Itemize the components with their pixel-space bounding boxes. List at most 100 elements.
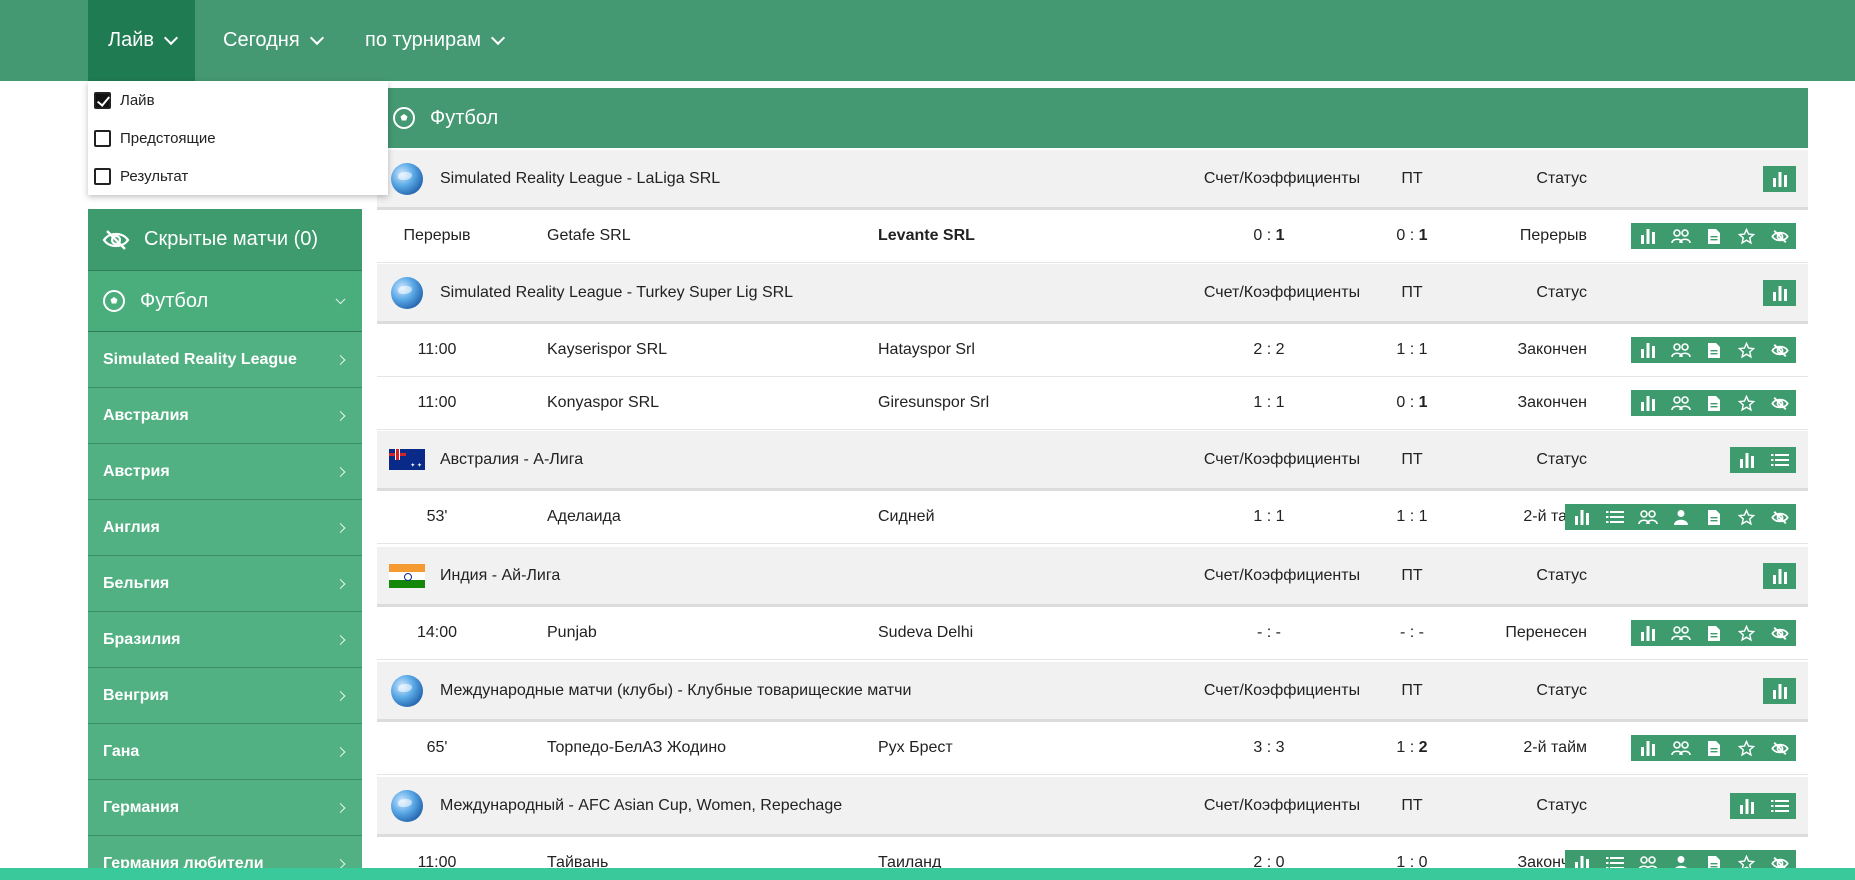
eye-slash-button[interactable] [1763, 337, 1796, 363]
lineups-icon [1670, 740, 1691, 756]
star-button[interactable] [1730, 735, 1763, 761]
nav-tab-today[interactable]: Сегодня [223, 0, 324, 81]
away-team: Sudeva Delhi [878, 624, 974, 641]
match-row[interactable]: 11:00 Konyaspor SRL Giresunspor Srl 1 : 10 … [377, 377, 1808, 430]
eye-slash-button[interactable] [1763, 504, 1796, 530]
hidden-matches-item[interactable]: Скрытые матчи (0) [88, 209, 362, 271]
chevron-right-icon [335, 522, 346, 533]
stats-button[interactable] [1763, 678, 1796, 704]
nav-tab-live[interactable]: Лайв [88, 0, 195, 81]
score-away: 1 [1418, 227, 1428, 244]
document-button[interactable] [1697, 337, 1730, 363]
globe-icon [391, 789, 423, 822]
stats-button[interactable] [1730, 793, 1763, 819]
sidebar-sport-label: Футбол [140, 289, 209, 312]
stats-button[interactable] [1631, 390, 1664, 416]
star-button[interactable] [1730, 390, 1763, 416]
star-icon [1738, 394, 1755, 412]
stats-button[interactable] [1631, 735, 1664, 761]
checkbox[interactable] [94, 129, 111, 147]
nav-tab-label: Сегодня [223, 29, 300, 51]
star-button[interactable] [1730, 337, 1763, 363]
match-actions [1730, 446, 1796, 473]
sidebar-item-country[interactable]: Австрия [88, 444, 362, 500]
match-actions [1565, 504, 1796, 530]
score-separator: : [1405, 341, 1419, 358]
stats-button[interactable] [1730, 447, 1763, 473]
stats-button[interactable] [1763, 280, 1796, 306]
nav-tab-label: Лайв [108, 29, 155, 51]
sidebar-sport-football[interactable]: Футбол [88, 271, 362, 332]
lineups-icon [1637, 509, 1658, 525]
nav-tab-by-tournaments[interactable]: по турнирам [365, 0, 506, 81]
document-button[interactable] [1697, 504, 1730, 530]
match-score: 3 : 3 [1234, 722, 1304, 774]
sidebar-item-label: Венгрия [103, 686, 169, 704]
filter-option-label: Предстоящие [120, 129, 216, 147]
stats-icon [1739, 798, 1755, 814]
lineups-button[interactable] [1664, 735, 1697, 761]
filter-option-upcoming[interactable]: Предстоящие [88, 119, 388, 157]
document-button[interactable] [1697, 620, 1730, 646]
match-row[interactable]: 11:00 Kayserispor SRL Hatayspor Srl 2 : 2 1 … [377, 324, 1808, 377]
sidebar-item-country[interactable]: Венгрия [88, 668, 362, 724]
filter-option-live[interactable]: Лайв [88, 81, 388, 119]
match-row[interactable]: 14:00 Punjab Sudeva Delhi - : -- : - Перенес… [377, 607, 1808, 660]
match-score: 0 : 1 [1234, 210, 1304, 262]
list-button[interactable] [1763, 447, 1796, 473]
document-button[interactable] [1697, 390, 1730, 416]
star-button[interactable] [1730, 223, 1763, 249]
eye-slash-button[interactable] [1763, 620, 1796, 646]
match-time: 11:00 [417, 394, 457, 411]
home-team: Konyaspor SRL [547, 394, 660, 411]
lineups-button[interactable] [1631, 504, 1664, 530]
score-separator: : [1405, 394, 1419, 411]
list-button[interactable] [1598, 504, 1631, 530]
home-team: Getafe SRL [547, 227, 631, 244]
nav-tab-label: по турнирам [365, 29, 482, 51]
sidebar-item-country[interactable]: Англия [88, 500, 362, 556]
sidebar-item-country[interactable]: Австралия [88, 388, 362, 444]
flag-australia [389, 449, 425, 470]
sidebar-item-country[interactable]: Бельгия [88, 556, 362, 612]
list-button[interactable] [1763, 793, 1796, 819]
lineups-button[interactable] [1664, 337, 1697, 363]
eye-slash-icon [1770, 510, 1789, 525]
sidebar-item-country[interactable]: Германия [88, 780, 362, 836]
league-header-row: Simulated Reality League - Turkey Super … [377, 264, 1808, 324]
stats-button[interactable] [1631, 337, 1664, 363]
sidebar-item-country[interactable]: Бразилия [88, 612, 362, 668]
stats-button[interactable] [1565, 504, 1598, 530]
stats-icon [1640, 342, 1656, 358]
eye-slash-button[interactable] [1763, 390, 1796, 416]
match-halftime-score: 0 : 1 [1377, 210, 1447, 262]
document-button[interactable] [1697, 735, 1730, 761]
lineups-button[interactable] [1664, 223, 1697, 249]
sidebar-item-label: Англия [103, 518, 160, 536]
sport-title: Футбол [430, 106, 499, 129]
eye-slash-button[interactable] [1763, 223, 1796, 249]
match-halftime-score: 0 : 1 [1377, 377, 1447, 429]
filter-option-results[interactable]: Результат [88, 157, 388, 195]
lineups-icon [1670, 228, 1691, 244]
sidebar-item-country[interactable]: Simulated Reality League [88, 332, 362, 388]
stats-button[interactable] [1763, 166, 1796, 192]
stats-button[interactable] [1631, 620, 1664, 646]
document-button[interactable] [1697, 223, 1730, 249]
star-button[interactable] [1730, 504, 1763, 530]
match-row[interactable]: 65' Торпедо-БелАЗ Жодино Рух Брест 3 : 3 1 :… [377, 722, 1808, 775]
star-button[interactable] [1730, 620, 1763, 646]
checkbox[interactable] [94, 91, 111, 109]
lineups-button[interactable] [1664, 390, 1697, 416]
stats-button[interactable] [1763, 563, 1796, 589]
match-row[interactable]: 53' Аделаида Сидней 1 : 11 : 1 2-й тайм [377, 491, 1808, 544]
lineups-button[interactable] [1664, 620, 1697, 646]
checkbox[interactable] [94, 167, 111, 185]
sidebar-item-country[interactable]: Гана [88, 724, 362, 780]
score-home: 1 [1253, 394, 1263, 411]
score-home: 0 [1253, 227, 1263, 244]
match-row[interactable]: Перерыв Getafe SRL Levante SRL 0 : 10 : 1 Пе… [377, 210, 1808, 263]
stats-button[interactable] [1631, 223, 1664, 249]
eye-slash-button[interactable] [1763, 735, 1796, 761]
person-button[interactable] [1664, 504, 1697, 530]
